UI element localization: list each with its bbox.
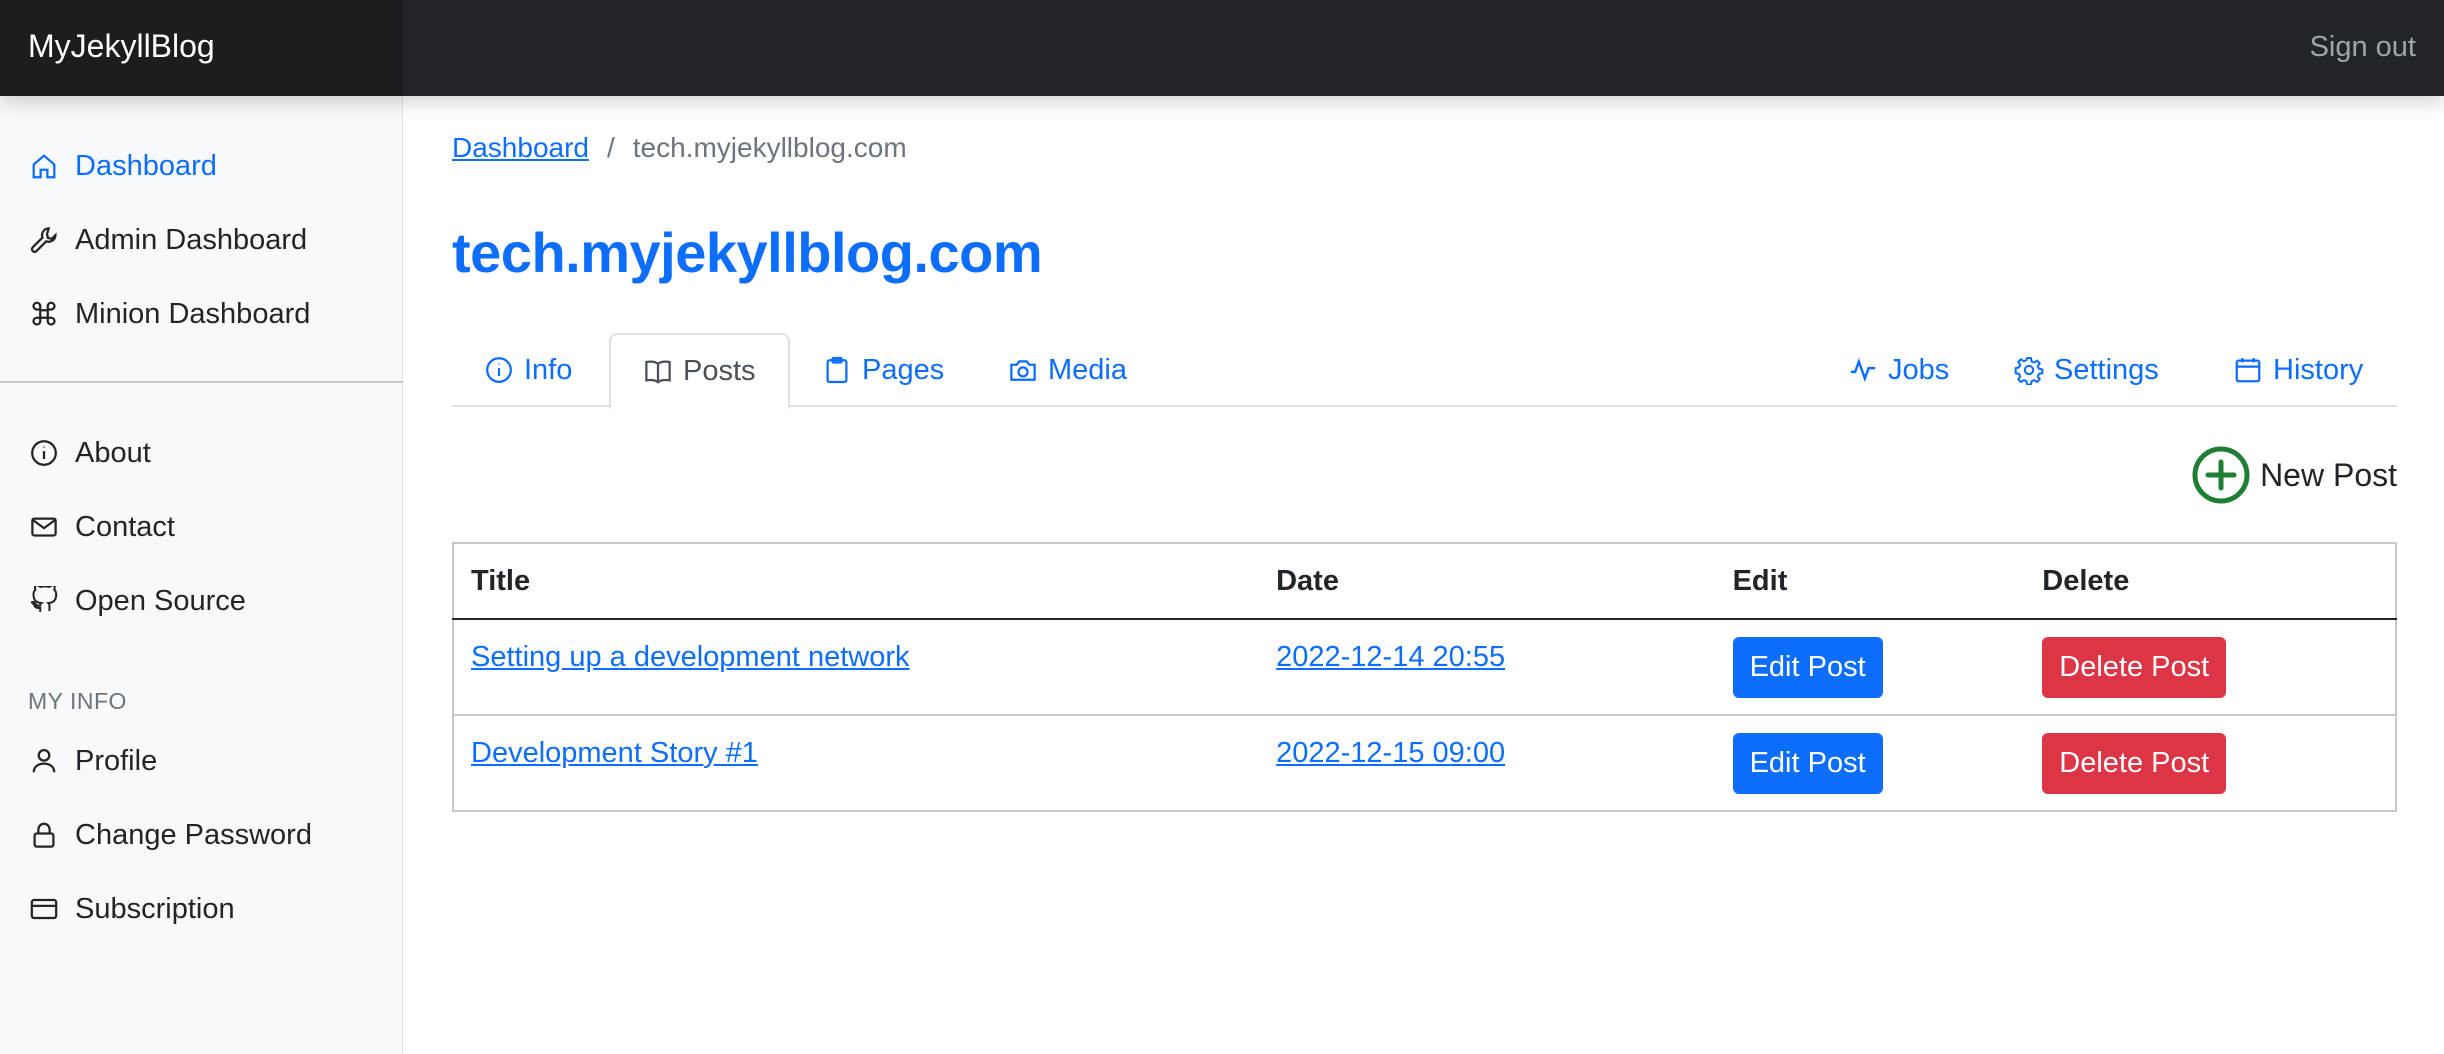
edit-cell: Edit Post [1715,618,2026,715]
tab-label: Media [1048,353,1127,386]
credit-card-icon [28,893,60,925]
edit-post-button[interactable]: Edit Post [1732,732,1883,794]
github-icon [28,585,60,617]
tab-label: Posts [683,354,756,387]
new-post-button[interactable]: New Post [2192,446,2397,504]
tab-settings[interactable]: Settings [1982,333,2191,407]
brand-link[interactable]: MyJekyllBlog [28,28,215,65]
sidebar-item-about[interactable]: About [28,431,151,475]
sidebar-item-admin-dashboard[interactable]: Admin Dashboard [28,218,307,262]
info-circle-icon [28,437,60,469]
sidebar-item-label: Change Password [75,818,312,851]
sidebar-item-label: Open Source [75,584,246,617]
breadcrumb-separator: / [606,132,615,163]
sidebar-item-contact[interactable]: Contact [28,505,175,549]
post-title-cell: Setting up a development network [453,618,1260,715]
post-date-cell: 2022-12-14 20:55 [1259,618,1716,715]
new-post-label: New Post [2260,456,2397,493]
book-icon [643,355,675,387]
tab-label: History [2273,353,2364,386]
sign-out-link[interactable]: Sign out [2310,31,2416,64]
sidebar-item-profile[interactable]: Profile [28,739,157,783]
post-date-link[interactable]: 2022-12-15 09:00 [1276,737,1505,769]
sidebar-item-label: Dashboard [75,149,217,182]
tab-pages[interactable]: Pages [790,333,976,407]
sidebar: Dashboard Admin Dashboard Minion Dashboa… [0,96,403,1054]
sidebar-item-open-source[interactable]: Open Source [28,579,246,623]
tab-label: Jobs [1888,353,1950,386]
table-header-row: Title Date Edit Delete [453,543,2396,620]
breadcrumb: Dashboard / tech.myjekyllblog.com [452,132,907,164]
clipboard-icon [822,354,854,386]
edit-post-button[interactable]: Edit Post [1732,636,1883,698]
sidebar-section-heading: MY INFO [28,688,127,714]
delete-cell: Delete Post [2025,618,2396,715]
sidebar-item-dashboard[interactable]: Dashboard [28,144,217,188]
calendar-icon [2233,354,2265,386]
tab-history[interactable]: History [2201,333,2395,407]
delete-post-button[interactable]: Delete Post [2042,732,2227,794]
page-title: tech.myjekyllblog.com [452,221,1043,284]
sidebar-divider [0,381,403,383]
site-tabs: Info Posts Pages Media Jobs Settings His… [452,333,2397,409]
sidebar-item-label: Subscription [75,892,235,925]
command-icon [28,298,60,330]
sidebar-item-label: Admin Dashboard [75,223,308,256]
table-row: Development Story #1 2022-12-15 09:00 Ed… [453,714,2396,811]
delete-post-button[interactable]: Delete Post [2042,636,2227,698]
tab-jobs[interactable]: Jobs [1816,333,1981,407]
lock-icon [28,819,60,851]
tab-media[interactable]: Media [976,333,1159,407]
activity-icon [1848,354,1880,386]
sidebar-item-label: Contact [75,510,175,543]
table-row: Setting up a development network 2022-12… [453,618,2396,715]
tab-label: Settings [2054,353,2159,386]
brand-area: MyJekyllBlog [0,0,403,96]
sidebar-item-label: Profile [75,744,158,777]
breadcrumb-dashboard-link[interactable]: Dashboard [452,132,589,164]
breadcrumb-current: tech.myjekyllblog.com [632,132,907,163]
post-title-link[interactable]: Development Story #1 [471,737,758,769]
gear-icon [2014,354,2046,386]
post-title-link[interactable]: Setting up a development network [471,641,910,673]
tab-label: Info [524,353,573,386]
sidebar-item-label: About [75,436,151,469]
column-header-edit: Edit [1715,543,2026,620]
wrench-icon [28,224,60,256]
tab-label: Pages [862,353,945,386]
camera-icon [1008,354,1040,386]
sidebar-item-label: Minion Dashboard [75,297,311,330]
post-date-link[interactable]: 2022-12-14 20:55 [1276,641,1505,673]
post-title-cell: Development Story #1 [453,714,1260,811]
tab-posts[interactable]: Posts [609,333,790,409]
column-header-title: Title [453,543,1260,620]
edit-cell: Edit Post [1715,714,2026,811]
person-icon [28,745,60,777]
envelope-icon [28,511,60,543]
home-icon [28,150,60,182]
post-date-cell: 2022-12-15 09:00 [1259,714,1716,811]
column-header-date: Date [1259,543,1716,620]
column-header-delete: Delete [2025,543,2396,620]
plus-circle-icon [2192,446,2250,504]
info-circle-icon [484,354,516,386]
delete-cell: Delete Post [2025,714,2396,811]
sidebar-item-change-password[interactable]: Change Password [28,813,312,857]
posts-table: Title Date Edit Delete Setting up a deve… [452,542,2397,812]
tab-info[interactable]: Info [452,333,604,407]
sidebar-item-subscription[interactable]: Subscription [28,887,235,931]
top-navbar: MyJekyllBlog Sign out [0,0,2444,96]
sidebar-item-minion-dashboard[interactable]: Minion Dashboard [28,292,310,336]
